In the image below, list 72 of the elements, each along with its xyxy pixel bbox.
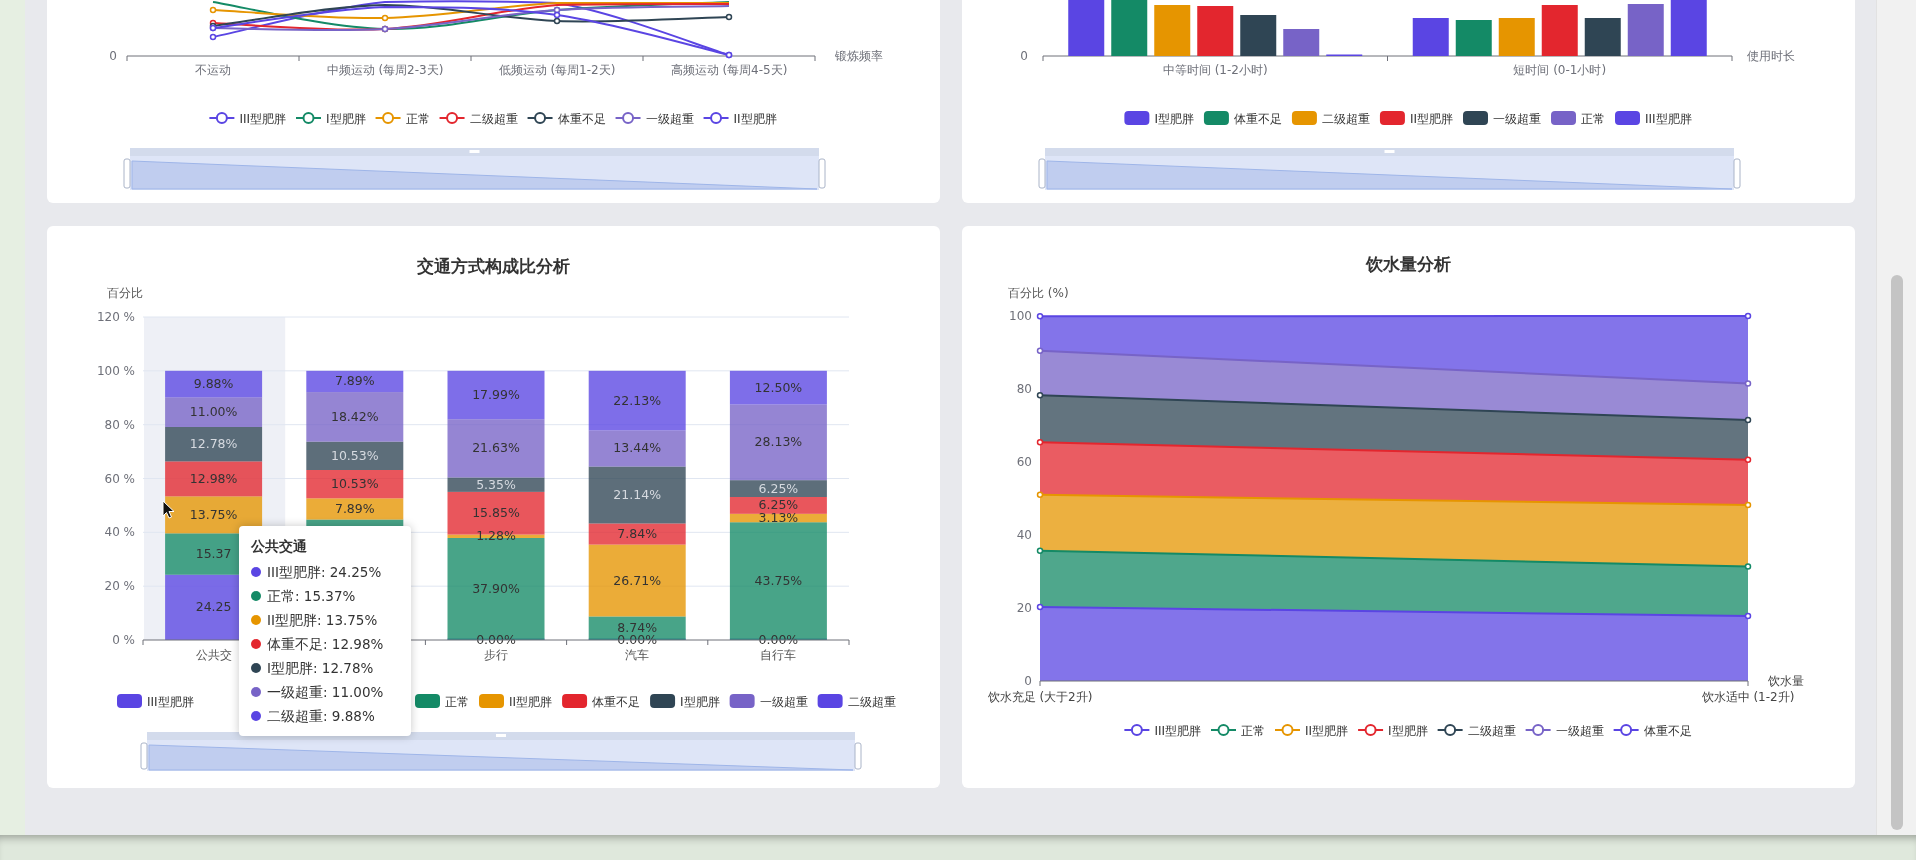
data-label: 37.90% [472, 581, 520, 596]
data-label: 6.25% [758, 497, 799, 513]
category-label: 短时间 (0-1小时) [1513, 63, 1607, 77]
category-label: 饮水充足 (大于2升) [987, 690, 1093, 704]
axis-title: 百分比 [107, 286, 143, 300]
category-label: 不运动 [195, 63, 231, 77]
axis-tick-label: 120 % [96, 310, 135, 324]
data-label: 17.99% [472, 387, 520, 403]
category-label: 公共交 [195, 648, 232, 662]
tooltip-item: 体重不足: 12.98% [267, 635, 384, 655]
category-label: 低频运动 (每周1-2天) [498, 63, 616, 77]
axis-title: 使用时长 [1747, 49, 1795, 63]
data-label: 12.50% [754, 379, 803, 395]
category-label: 高频运动 (每周4-5天) [670, 63, 788, 77]
tooltip-item: I型肥胖: 12.78% [267, 659, 374, 679]
axis-tick-label: 40 % [104, 525, 135, 540]
data-label: 13.75% [189, 506, 238, 522]
data-label: 15.85% [472, 505, 520, 521]
axis-title: 锻炼频率 [835, 49, 883, 63]
data-label: 5.35% [476, 476, 516, 492]
data-label: 12.78% [189, 436, 238, 452]
tooltip-item: 一级超重: 11.00% [267, 683, 384, 703]
data-label: 12.98% [189, 470, 238, 486]
data-label: 43.75% [754, 573, 803, 589]
axis-tick-label: 20 [1016, 601, 1032, 615]
axis-tick-label: 0 % [112, 633, 135, 647]
data-label: 7.89% [334, 373, 375, 389]
data-label: 7.84% [617, 526, 658, 542]
axis-title: 饮水量 [1768, 674, 1804, 688]
category-label: 饮水适中 (1-2升) [1701, 690, 1795, 704]
category-label: 自行车 [760, 648, 797, 662]
chart-title: 交通方式构成比分析 [416, 256, 570, 276]
category-label: 步行 [484, 648, 508, 662]
tooltip-item: II型肥胖: 13.75% [267, 611, 378, 631]
data-label: 22.13% [613, 392, 662, 408]
axis-tick-label: 40 [1016, 528, 1032, 542]
data-label: 21.14% [613, 487, 662, 503]
data-label: 6.25% [758, 480, 799, 496]
axis-tick-label: 100 [1009, 309, 1032, 323]
axis-tick-label: 0 [1020, 49, 1028, 63]
tooltip-item: III型肥胖: 24.25% [267, 563, 382, 583]
axis-tick-label: 100 % [96, 363, 135, 378]
data-label: 24.25 [195, 599, 232, 615]
data-label: 28.13% [754, 434, 803, 450]
data-label: 7.89% [334, 500, 375, 516]
axis-tick-label: 20 % [104, 579, 135, 594]
axis-tick-label: 80 [1016, 382, 1032, 396]
data-label: 10.53% [330, 447, 379, 463]
tooltip-item: 二级超重: 9.88% [267, 707, 375, 727]
axis-tick-label: 80 % [104, 417, 135, 432]
axis-title: 百分比 (%) [1008, 286, 1069, 300]
tooltip-title: 公共交通 [251, 537, 308, 556]
data-label: 9.88% [193, 376, 234, 392]
axis-tick-label: 60 [1016, 455, 1032, 469]
category-label: 汽车 [625, 648, 650, 662]
category-label: 中等时间 (1-2小时) [1162, 63, 1268, 77]
axis-tick-label: 0 [1024, 674, 1032, 688]
data-label: 26.71% [613, 572, 662, 588]
data-label: 0.00% [476, 632, 516, 647]
data-label: 11.00% [189, 404, 238, 420]
data-label: 3.13% [758, 510, 799, 526]
category-label: 中频运动 (每周2-3天) [326, 63, 444, 77]
tooltip-item: 正常: 15.37% [267, 587, 356, 607]
data-label: 18.42% [330, 408, 379, 424]
axis-tick-label: 60 % [104, 471, 135, 486]
axis-tick-label: 0 [109, 49, 117, 63]
data-label: 10.53% [330, 476, 379, 492]
data-label: 15.37 [195, 546, 232, 562]
data-label: 0.00% [758, 632, 799, 647]
data-label: 21.63% [472, 440, 520, 456]
data-label: 13.44% [613, 440, 662, 456]
chart-title: 饮水量分析 [1365, 254, 1451, 274]
